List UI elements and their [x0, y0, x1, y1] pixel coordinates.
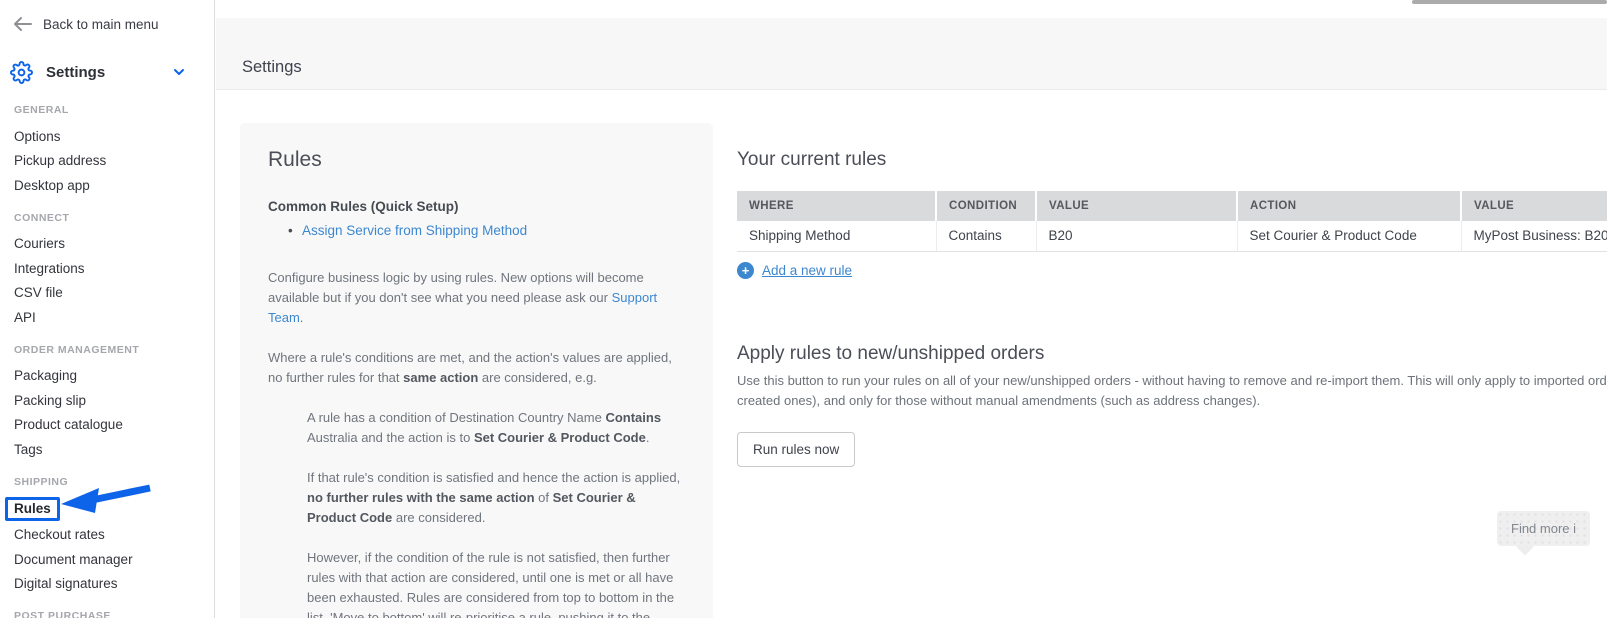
quick-setup-links: Assign Service from Shipping Method [288, 221, 685, 241]
annotation-highlight-box: Rules [5, 497, 60, 521]
page-title: Settings [242, 58, 302, 77]
nav-section-header: ORDER MANAGEMENT [14, 344, 204, 356]
nav-section-header: POST PURCHASE [14, 610, 204, 618]
sidebar-item-pickup-address[interactable]: Pickup address [14, 149, 204, 174]
run-rules-now-button[interactable]: Run rules now [737, 432, 855, 467]
add-new-rule-link[interactable]: + Add a new rule [737, 262, 852, 279]
apply-rules-heading: Apply rules to new/unshipped orders [737, 343, 1044, 365]
gear-icon [10, 61, 33, 84]
sidebar-item-rules[interactable]: Rules [14, 496, 204, 523]
table-column-header: VALUE [1036, 191, 1237, 221]
card-title: Rules [268, 148, 685, 172]
card-example-paragraph: If that rule's condition is satisfied an… [307, 468, 685, 528]
rules-table: WHERECONDITIONVALUEACTIONVALUE Shipping … [737, 191, 1607, 252]
sidebar-item-checkout-rates[interactable]: Checkout rates [14, 523, 204, 548]
sidebar-item-product-catalogue[interactable]: Product catalogue [14, 413, 204, 438]
quick-setup-link[interactable]: Assign Service from Shipping Method [302, 223, 527, 238]
sidebar-item-integrations[interactable]: Integrations [14, 256, 204, 281]
chevron-down-icon[interactable] [171, 64, 187, 85]
settings-sidebar: Back to main menu Settings GENERAL Option… [0, 0, 215, 618]
card-paragraph: Configure business logic by using rules.… [268, 268, 685, 328]
back-label: Back to main menu [43, 17, 159, 32]
page-header-bar: Settings [216, 18, 1607, 90]
settings-section-header: Settings [10, 57, 205, 87]
table-cell: B20 [1036, 221, 1237, 251]
rules-info-card: Rules Common Rules (Quick Setup) Assign … [240, 123, 713, 618]
current-rules-heading: Your current rules [737, 149, 886, 171]
table-cell: Contains [936, 221, 1036, 251]
sidebar-item-couriers[interactable]: Couriers [14, 232, 204, 257]
table-cell: Set Courier & Product Code [1237, 221, 1461, 251]
card-paragraph: Where a rule's conditions are met, and t… [268, 348, 685, 388]
common-rules-subtitle: Common Rules (Quick Setup) [268, 199, 685, 214]
sidebar-item-desktop-app[interactable]: Desktop app [14, 173, 204, 198]
table-column-header: WHERE [737, 191, 936, 221]
table-cell: MyPost Business: B20 [1461, 221, 1607, 251]
table-cell: Shipping Method [737, 221, 936, 251]
sidebar-item-packaging[interactable]: Packaging [14, 364, 204, 389]
sidebar-nav: GENERAL OptionsPickup addressDesktop app C… [14, 104, 204, 618]
sidebar-item-document-manager[interactable]: Document manager [14, 547, 204, 572]
sidebar-title: Settings [46, 64, 105, 81]
table-column-header: CONDITION [936, 191, 1036, 221]
apply-rules-text-line: Use this button to run your rules on all… [737, 371, 1607, 391]
table-row: Shipping MethodContainsB20Set Courier & … [737, 221, 1607, 251]
add-new-rule-label: Add a new rule [762, 263, 852, 278]
sidebar-item-tags[interactable]: Tags [14, 437, 204, 462]
apply-rules-text-line: created ones), and only for those withou… [737, 391, 1607, 411]
table-column-header: VALUE [1461, 191, 1607, 221]
plus-circle-icon: + [737, 262, 754, 279]
quick-link-item: Assign Service from Shipping Method [288, 221, 685, 241]
nav-section-header: CONNECT [14, 212, 204, 224]
nav-section-header: SHIPPING [14, 476, 204, 488]
card-example-paragraph: A rule has a condition of Destination Co… [307, 408, 685, 448]
sidebar-item-options[interactable]: Options [14, 124, 204, 149]
back-to-main-menu-button[interactable]: Back to main menu [12, 16, 159, 32]
table-column-header: ACTION [1237, 191, 1461, 221]
top-scrollbar[interactable] [1412, 0, 1607, 4]
sidebar-item-api[interactable]: API [14, 305, 204, 330]
sidebar-item-csv-file[interactable]: CSV file [14, 281, 204, 306]
nav-section-header: GENERAL [14, 104, 204, 116]
find-more-tooltip: Find more i [1497, 511, 1590, 546]
apply-rules-description: Use this button to run your rules on all… [737, 371, 1607, 411]
sidebar-item-digital-signatures[interactable]: Digital signatures [14, 572, 204, 597]
arrow-left-icon [12, 16, 32, 32]
card-paragraph: However, if the condition of the rule is… [307, 548, 685, 618]
sidebar-item-packing-slip[interactable]: Packing slip [14, 388, 204, 413]
